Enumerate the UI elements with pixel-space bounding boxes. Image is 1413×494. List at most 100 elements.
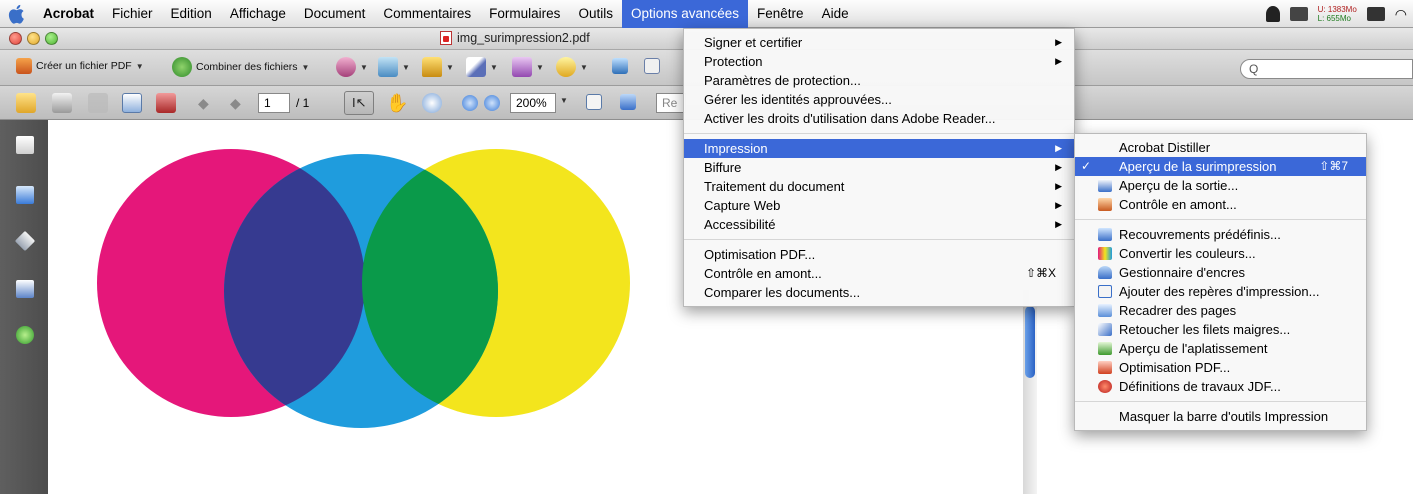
bookmarks-panel-icon[interactable] — [16, 186, 34, 204]
zoom-in-button[interactable] — [484, 95, 500, 111]
menu-item-flattener-preview[interactable]: Aperçu de l'aplatissement — [1075, 339, 1366, 358]
next-page-button[interactable]: ◆ — [230, 95, 241, 112]
print-button[interactable] — [52, 93, 72, 113]
page-layout-button[interactable] — [644, 58, 660, 74]
menu-edition[interactable]: Edition — [162, 0, 221, 28]
hand-icon: ✋ — [386, 93, 409, 113]
fit-width-button[interactable] — [586, 94, 602, 110]
wifi-icon[interactable]: ◠ — [1395, 6, 1407, 23]
save-button[interactable] — [88, 93, 108, 113]
printer-marks-icon — [1098, 285, 1112, 298]
menu-item-ink-manager[interactable]: Gestionnaire d'encres — [1075, 263, 1366, 282]
submenu-arrow-icon: ▶ — [1055, 219, 1062, 229]
menu-acrobat[interactable]: Acrobat — [34, 0, 103, 28]
pages-panel-icon[interactable] — [16, 136, 34, 154]
select-tool-button[interactable]: I↖ — [344, 91, 374, 115]
help-panel-icon[interactable] — [16, 326, 34, 344]
signatures-panel-icon[interactable] — [16, 280, 34, 298]
menu-item-acrobat-distiller[interactable]: Acrobat Distiller — [1075, 138, 1366, 157]
sign-button[interactable]: ▼ — [466, 57, 498, 77]
fit-page-icon — [620, 94, 636, 110]
menu-item-enable-reader-rights[interactable]: Activer les droits d'utilisation dans Ad… — [684, 109, 1074, 128]
menu-item-web-capture[interactable]: Capture Web ▶ — [684, 196, 1074, 215]
apple-logo-icon — [8, 4, 24, 24]
menu-item-compare-documents[interactable]: Comparer les documents... — [684, 283, 1074, 302]
collaborate-button[interactable]: ▼ — [336, 57, 368, 77]
user-status-icon[interactable] — [1265, 6, 1280, 22]
zoom-window-button[interactable] — [45, 32, 58, 45]
menu-item-trusted-identities[interactable]: Gérer les identités approuvées... — [684, 90, 1074, 109]
menu-fenetre[interactable]: Fenêtre — [748, 0, 813, 28]
menu-item-label: Définitions de travaux JDF... — [1119, 379, 1281, 394]
chevron-down-icon: ▼ — [301, 62, 310, 72]
export-button[interactable] — [612, 58, 628, 74]
menu-item-sign-certify[interactable]: Signer et certifier ▶ — [684, 33, 1074, 52]
menu-item-preflight[interactable]: Contrôle en amont... ⇧⌘X — [684, 264, 1074, 283]
menu-item-trap-presets[interactable]: Recouvrements prédéfinis... — [1075, 225, 1366, 244]
menu-item-preflight-sub[interactable]: Contrôle en amont... — [1075, 195, 1366, 214]
menu-item-output-preview[interactable]: Aperçu de la sortie... — [1075, 176, 1366, 195]
combine-files-button[interactable]: Combiner des fichiers ▼ — [172, 57, 309, 77]
hand-tool-button[interactable]: ✋ — [386, 93, 408, 114]
menu-aide[interactable]: Aide — [813, 0, 858, 28]
combine-files-label: Combiner des fichiers — [196, 61, 298, 73]
marquee-zoom-button[interactable] — [422, 93, 442, 113]
screen-icon[interactable] — [1366, 7, 1385, 21]
email-button[interactable] — [122, 93, 142, 113]
open-button[interactable] — [16, 93, 36, 113]
menu-item-security-settings[interactable]: Paramètres de protection... — [684, 71, 1074, 90]
menu-separator — [1075, 219, 1366, 220]
menu-item-overprint-preview[interactable]: ✓ Aperçu de la surimpression ⇧⌘7 — [1075, 157, 1366, 176]
create-pdf-button[interactable]: Créer un fichier PDF ▼ — [16, 58, 144, 74]
menu-affichage[interactable]: Affichage — [221, 0, 295, 28]
find-input[interactable]: Re — [656, 93, 686, 113]
memory-meter[interactable]: U: 1383Mo L: 655Mo — [1318, 5, 1357, 23]
menu-options-avancees[interactable]: Options avancées — [621, 0, 749, 28]
menu-item-label: Recouvrements prédéfinis... — [1119, 227, 1281, 242]
zoom-level-input[interactable]: 200% — [510, 93, 556, 113]
menu-formulaires[interactable]: Formulaires — [480, 0, 569, 28]
close-window-button[interactable] — [9, 32, 22, 45]
zoom-dropdown[interactable]: ▼ — [560, 96, 568, 105]
menu-item-print-production[interactable]: Impression ▶ — [684, 139, 1074, 158]
menu-item-convert-colors[interactable]: Convertir les couleurs... — [1075, 244, 1366, 263]
menu-item-pdf-optimizer-sub[interactable]: Optimisation PDF... — [1075, 358, 1366, 377]
display-icon[interactable] — [1289, 7, 1308, 21]
review-button[interactable]: ▼ — [378, 57, 410, 77]
menu-commentaires[interactable]: Commentaires — [374, 0, 480, 28]
menu-item-label: Optimisation PDF... — [1119, 360, 1231, 375]
search-field[interactable]: Q — [1240, 59, 1413, 79]
menu-fichier[interactable]: Fichier — [103, 0, 162, 28]
menu-outils[interactable]: Outils — [569, 0, 622, 28]
page-total: / 1 — [296, 96, 310, 110]
page-number-input[interactable]: 1 — [258, 93, 290, 113]
scrollbar-thumb[interactable] — [1025, 306, 1035, 378]
secure-button[interactable]: ▼ — [422, 57, 454, 77]
chevron-down-icon: ▼ — [490, 62, 498, 72]
collaborate-icon — [336, 57, 356, 77]
zoom-out-button[interactable] — [462, 95, 478, 111]
previous-page-button[interactable]: ◆ — [198, 95, 209, 112]
cursor-icon: I↖ — [352, 95, 367, 110]
layers-panel-icon[interactable] — [14, 230, 36, 252]
chevron-down-icon: ▼ — [536, 62, 544, 72]
menu-bar: Acrobat Fichier Edition Affichage Docume… — [0, 0, 1413, 28]
menu-item-pdf-optimizer[interactable]: Optimisation PDF... — [684, 245, 1074, 264]
menu-document[interactable]: Document — [295, 0, 375, 28]
ink-manager-icon — [1098, 266, 1112, 279]
forms-button[interactable]: ▼ — [512, 57, 544, 77]
menu-item-crop-pages[interactable]: Recadrer des pages — [1075, 301, 1366, 320]
upload-button[interactable] — [156, 93, 176, 113]
comment-button[interactable]: ▼ — [556, 57, 588, 77]
menu-item-fix-hairlines[interactable]: Retoucher les filets maigres... — [1075, 320, 1366, 339]
menu-item-document-processing[interactable]: Traitement du document ▶ — [684, 177, 1074, 196]
minimize-window-button[interactable] — [27, 32, 40, 45]
menu-item-add-printer-marks[interactable]: Ajouter des repères d'impression... — [1075, 282, 1366, 301]
fit-page-button[interactable] — [620, 94, 636, 110]
menu-item-accessibility[interactable]: Accessibilité ▶ — [684, 215, 1074, 234]
menu-item-redaction[interactable]: Biffure ▶ — [684, 158, 1074, 177]
menu-item-hide-print-toolbar[interactable]: Masquer la barre d'outils Impression — [1075, 407, 1366, 426]
menu-item-protection[interactable]: Protection ▶ — [684, 52, 1074, 71]
menu-item-jdf-definitions[interactable]: Définitions de travaux JDF... — [1075, 377, 1366, 396]
apple-menu-icon[interactable] — [0, 0, 34, 28]
